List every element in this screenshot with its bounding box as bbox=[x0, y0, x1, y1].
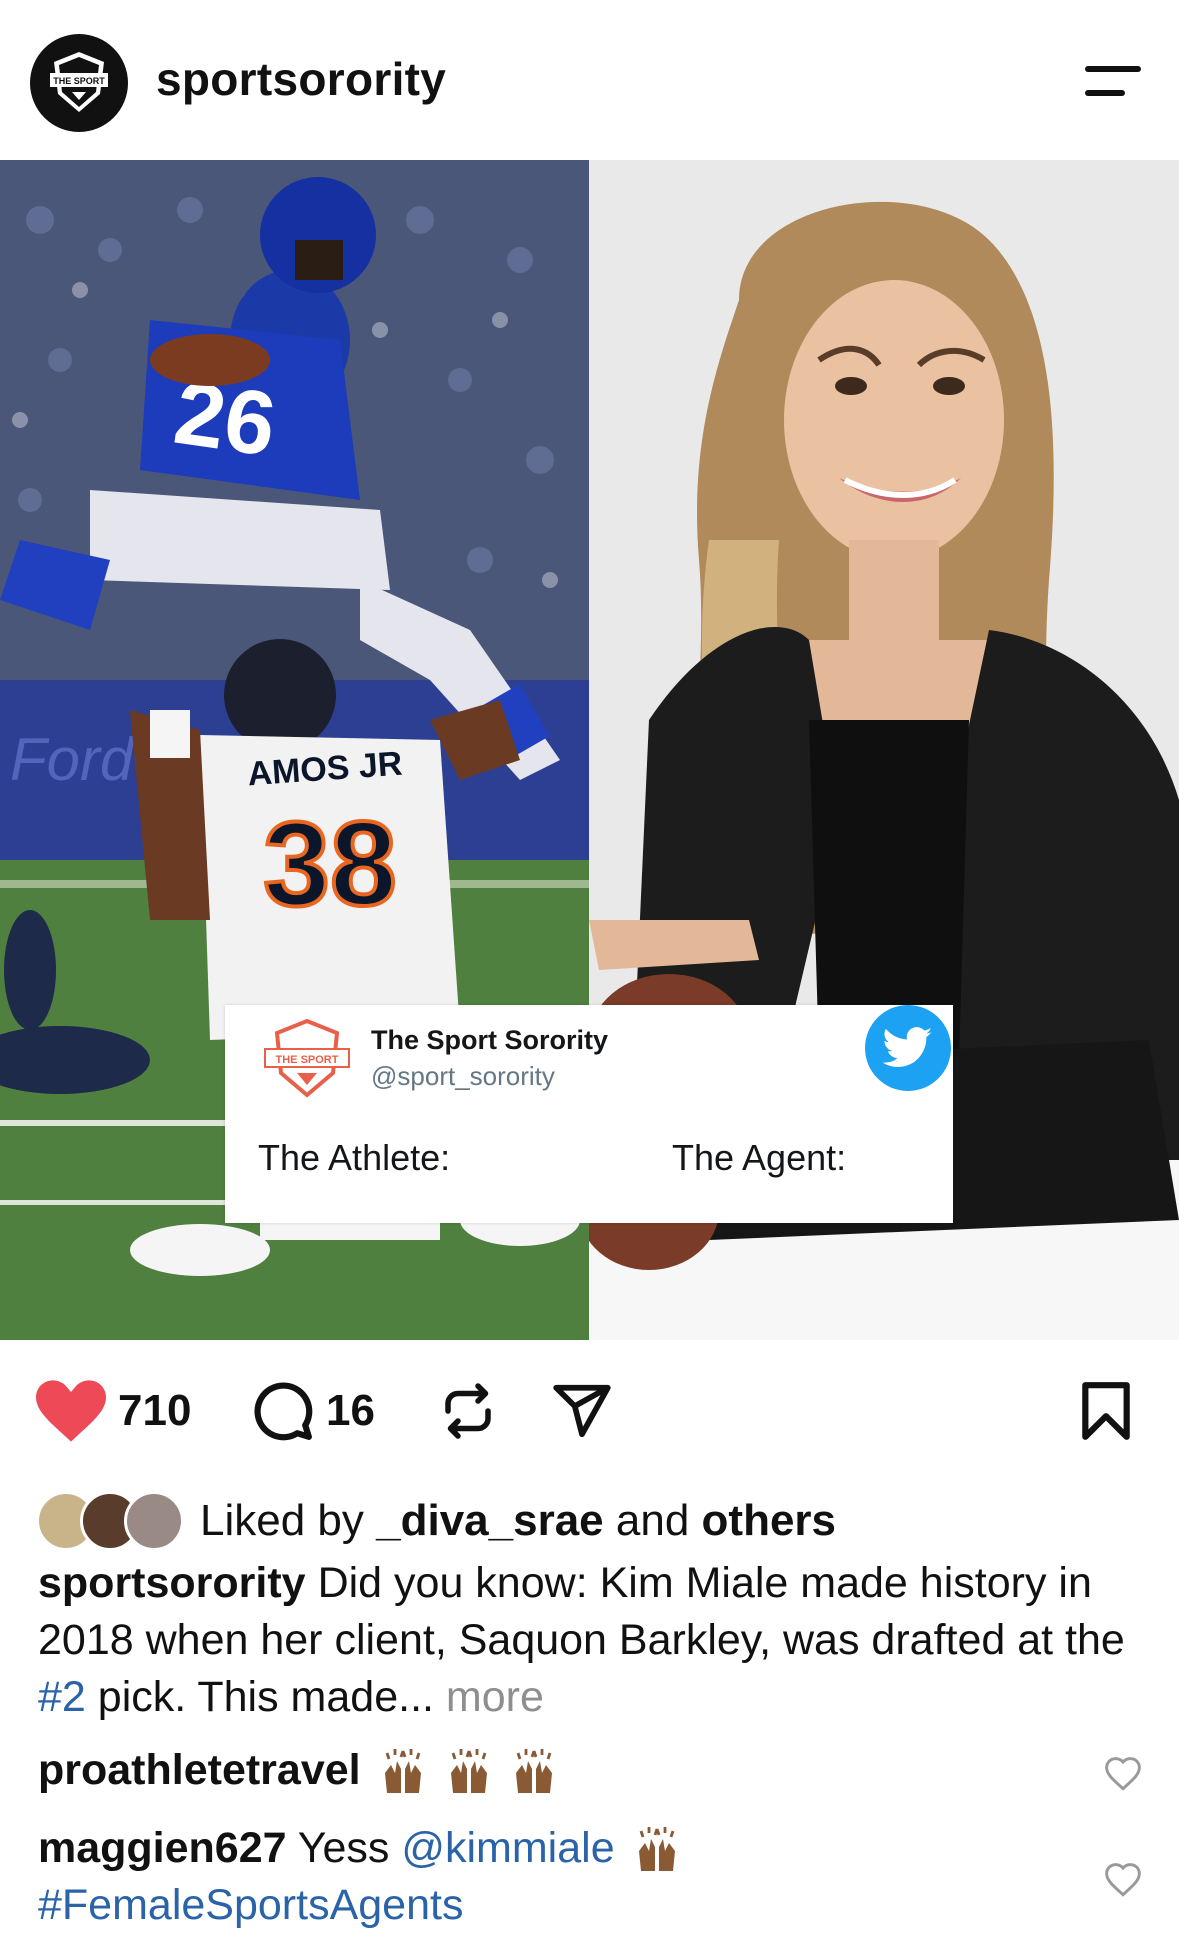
comment-text: Yess bbox=[297, 1824, 390, 1872]
tweet-card: THE SPORT The Sport Sorority @sport_soro… bbox=[225, 1005, 953, 1223]
repost-icon bbox=[445, 1383, 491, 1439]
caption-hashtag[interactable]: #2 bbox=[38, 1673, 86, 1721]
raised-hands-emoji bbox=[373, 1746, 559, 1794]
liked-by-text: Liked by _diva_srae and others bbox=[200, 1496, 837, 1545]
more-link[interactable]: more bbox=[446, 1673, 544, 1721]
comment-username[interactable]: maggien627 bbox=[38, 1824, 287, 1872]
tweet-agent-label: The Agent: bbox=[672, 1137, 847, 1178]
liked-by-row[interactable]: Liked by _diva_srae and others bbox=[36, 1490, 836, 1552]
liker-avatars bbox=[36, 1491, 186, 1551]
caption-text-2: pick. This made... bbox=[97, 1673, 434, 1721]
share-button[interactable] bbox=[550, 1380, 614, 1442]
comment-like-icon[interactable] bbox=[1103, 1862, 1143, 1898]
post-header: THE SPORT sportsorority bbox=[0, 0, 1179, 160]
sport-sorority-logo: THE SPORT bbox=[50, 52, 108, 112]
comment-item: proathletetravel bbox=[38, 1742, 1088, 1799]
heart-icon bbox=[36, 1380, 106, 1442]
avatar bbox=[124, 1491, 184, 1551]
tweet-author-handle: @sport_sorority bbox=[371, 1061, 555, 1091]
comment-item: maggien627 Yess @kimmiale #FemaleSportsA… bbox=[38, 1820, 1088, 1934]
raised-hands-emoji bbox=[627, 1824, 681, 1872]
post-image[interactable]: Ford 26 AMOS JR 38 THE SPORT The Sport S… bbox=[0, 160, 1179, 1340]
repost-button[interactable] bbox=[438, 1380, 498, 1442]
liked-by-others[interactable]: others bbox=[702, 1496, 836, 1545]
header-username[interactable]: sportsorority bbox=[156, 52, 446, 106]
action-bar: 710 16 bbox=[0, 1340, 1179, 1490]
comment-like-icon[interactable] bbox=[1103, 1756, 1143, 1792]
comment-button[interactable]: 16 bbox=[252, 1380, 375, 1442]
svg-text:Ford: Ford bbox=[10, 726, 135, 793]
profile-avatar[interactable]: THE SPORT bbox=[30, 34, 128, 132]
post-caption: sportsorority Did you know: Kim Miale ma… bbox=[38, 1555, 1148, 1726]
sport-sorority-logo: THE SPORT bbox=[264, 1018, 350, 1098]
like-button[interactable]: 710 bbox=[36, 1380, 191, 1442]
liker-username[interactable]: _diva_srae bbox=[376, 1496, 604, 1545]
twitter-icon bbox=[865, 1005, 951, 1091]
comment-hashtag[interactable]: #FemaleSportsAgents bbox=[38, 1881, 463, 1929]
share-icon bbox=[553, 1384, 611, 1438]
svg-text:THE SPORT: THE SPORT bbox=[53, 76, 105, 86]
bookmark-button[interactable] bbox=[1078, 1380, 1134, 1442]
comment-username[interactable]: proathletetravel bbox=[38, 1746, 361, 1794]
jersey-number: 38 bbox=[263, 797, 396, 931]
comments-count: 16 bbox=[326, 1386, 375, 1435]
likes-count: 710 bbox=[118, 1386, 192, 1435]
tweet-author-name: The Sport Sorority bbox=[371, 1025, 609, 1055]
comment-mention[interactable]: @kimmiale bbox=[401, 1824, 614, 1872]
svg-text:THE SPORT: THE SPORT bbox=[276, 1054, 339, 1066]
tweet-athlete-label: The Athlete: bbox=[258, 1137, 451, 1178]
menu-icon[interactable] bbox=[1081, 62, 1143, 100]
bookmark-icon bbox=[1082, 1382, 1130, 1440]
comment-icon bbox=[254, 1382, 313, 1441]
caption-username[interactable]: sportsorority bbox=[38, 1559, 306, 1607]
